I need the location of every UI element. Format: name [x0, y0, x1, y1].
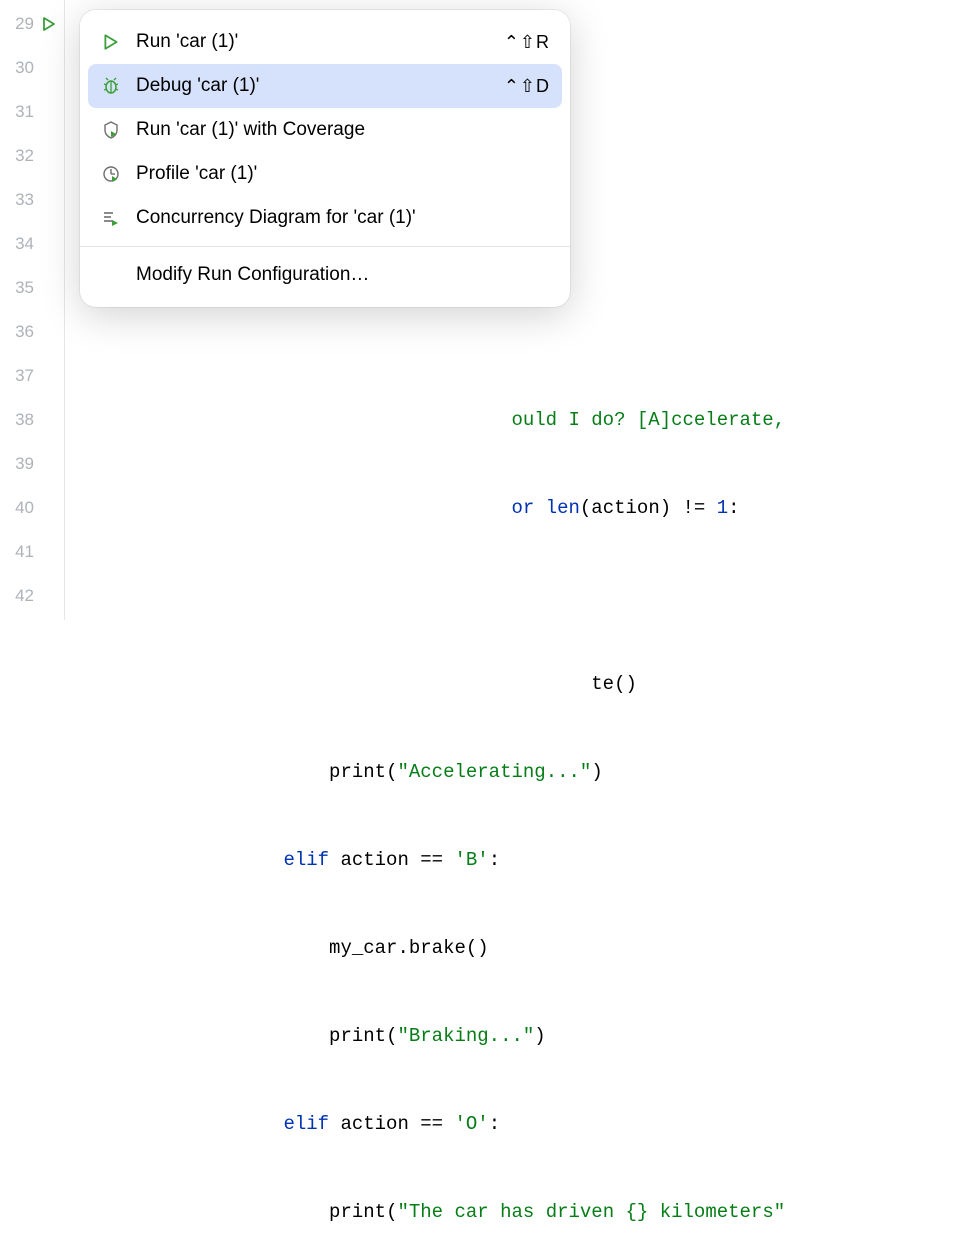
line-number: 41: [8, 530, 34, 574]
line-number: 37: [8, 354, 34, 398]
builtin: len: [546, 497, 580, 519]
gutter-row[interactable]: 31: [0, 90, 64, 134]
menu-item-label: Debug 'car (1)': [136, 75, 490, 97]
code-text: te(): [591, 673, 637, 695]
string-literal: "Braking...": [397, 1025, 534, 1047]
code-line: te(): [101, 662, 980, 706]
code-line: [101, 310, 980, 354]
keyword: or: [511, 497, 545, 519]
blank-icon: [100, 264, 122, 286]
builtin: print: [329, 1025, 386, 1047]
code-text: action ==: [329, 1113, 454, 1135]
gutter-row[interactable]: 41: [0, 530, 64, 574]
code-line: print("Braking..."): [101, 1014, 980, 1058]
builtin: print: [329, 1201, 386, 1223]
gutter-row[interactable]: 34: [0, 222, 64, 266]
gutter-row[interactable]: 42: [0, 574, 64, 618]
gutter-row[interactable]: 35: [0, 266, 64, 310]
run-icon: [100, 31, 122, 53]
code-line: print("Accelerating..."): [101, 750, 980, 794]
menu-item-debug[interactable]: Debug 'car (1)' ⌃⇧D: [88, 64, 562, 108]
menu-item-label: Concurrency Diagram for 'car (1)': [136, 207, 550, 229]
menu-item-label: Run 'car (1)': [136, 31, 490, 53]
gutter-row[interactable]: 38: [0, 398, 64, 442]
code-text: :: [489, 1113, 500, 1135]
gutter-row[interactable]: 39: [0, 442, 64, 486]
string-literal: 'O': [454, 1113, 488, 1135]
string-literal: "The car has driven {} kilometers": [397, 1201, 785, 1223]
code-text: :: [489, 849, 500, 871]
line-number: 30: [8, 46, 34, 90]
string-literal: "Accelerating...": [397, 761, 591, 783]
string-literal: 'B': [454, 849, 488, 871]
code-text: (: [386, 1201, 397, 1223]
line-number: 33: [8, 178, 34, 222]
line-number: 36: [8, 310, 34, 354]
code-text: ): [591, 761, 602, 783]
menu-item-label: Run 'car (1)' with Coverage: [136, 119, 550, 141]
run-context-menu: Run 'car (1)' ⌃⇧R Debug 'car (1)' ⌃⇧D Ru…: [80, 10, 570, 307]
menu-item-label: Modify Run Configuration…: [136, 264, 550, 286]
gutter-row[interactable]: 30: [0, 46, 64, 90]
code-text: my_car.brake(): [329, 937, 489, 959]
menu-item-concurrency[interactable]: Concurrency Diagram for 'car (1)': [80, 196, 570, 240]
code-line: print("The car has driven {} kilometers": [101, 1190, 980, 1234]
gutter-row[interactable]: 29: [0, 2, 64, 46]
builtin: print: [329, 761, 386, 783]
line-number: 34: [8, 222, 34, 266]
line-number: 31: [8, 90, 34, 134]
code-line: my_car.brake(): [101, 926, 980, 970]
line-number: 42: [8, 574, 34, 618]
gutter: 29 30 31 32 33 34 35 36 37 38 39 40 41 4…: [0, 0, 64, 620]
gutter-row[interactable]: 40: [0, 486, 64, 530]
code-text: (: [386, 1025, 397, 1047]
number: 1: [717, 497, 728, 519]
code-text: ): [534, 1025, 545, 1047]
menu-separator: [80, 246, 570, 247]
keyboard-shortcut: ⌃⇧R: [504, 32, 550, 53]
gutter-row[interactable]: 33: [0, 178, 64, 222]
line-number: 29: [8, 2, 34, 46]
menu-item-run[interactable]: Run 'car (1)' ⌃⇧R: [80, 20, 570, 64]
keyword: elif: [283, 849, 329, 871]
code-line: ould I do? [A]ccelerate,: [101, 398, 980, 442]
menu-item-profile[interactable]: Profile 'car (1)': [80, 152, 570, 196]
line-number: 38: [8, 398, 34, 442]
string-literal: ould I do? [A]ccelerate,: [511, 409, 785, 431]
profile-icon: [100, 163, 122, 185]
line-number: 40: [8, 486, 34, 530]
gutter-row[interactable]: 32: [0, 134, 64, 178]
keyword: elif: [283, 1113, 329, 1135]
line-number: 35: [8, 266, 34, 310]
gutter-row[interactable]: 36: [0, 310, 64, 354]
code-line: elif action == 'O':: [101, 1102, 980, 1146]
run-gutter-icon[interactable]: [40, 16, 58, 32]
concurrency-icon: [100, 207, 122, 229]
menu-item-modify-config[interactable]: Modify Run Configuration…: [80, 253, 570, 297]
code-text: :: [728, 497, 739, 519]
menu-item-coverage[interactable]: Run 'car (1)' with Coverage: [80, 108, 570, 152]
code-line: or len(action) != 1:: [101, 486, 980, 530]
code-line: elif action == 'B':: [101, 838, 980, 882]
code-text: (action) !=: [580, 497, 717, 519]
keyboard-shortcut: ⌃⇧D: [504, 76, 550, 97]
coverage-icon: [100, 119, 122, 141]
code-line: [101, 574, 980, 618]
menu-item-label: Profile 'car (1)': [136, 163, 550, 185]
debug-icon: [100, 75, 122, 97]
gutter-row[interactable]: 37: [0, 354, 64, 398]
code-text: action ==: [329, 849, 454, 871]
line-number: 32: [8, 134, 34, 178]
line-number: 39: [8, 442, 34, 486]
code-text: (: [386, 761, 397, 783]
